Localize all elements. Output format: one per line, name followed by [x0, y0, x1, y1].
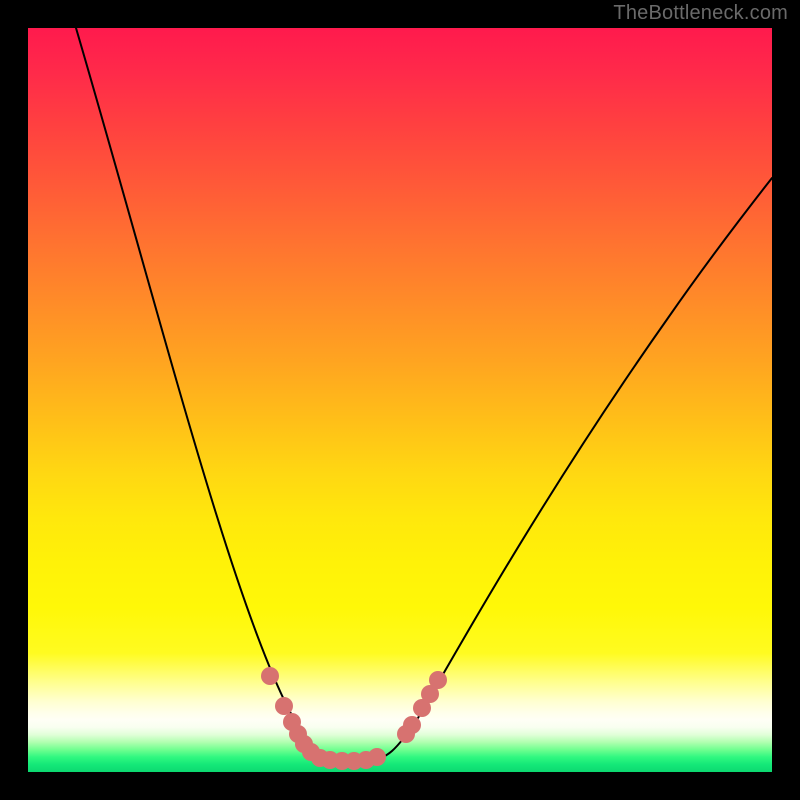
curve-marker — [429, 671, 447, 689]
curve-marker — [368, 748, 386, 766]
curve-marker — [261, 667, 279, 685]
watermark-text: TheBottleneck.com — [613, 2, 788, 25]
curve-marker — [403, 716, 421, 734]
bottleneck-curve — [76, 28, 772, 759]
curve-layer — [28, 28, 772, 772]
plot-area — [28, 28, 772, 772]
marker-group — [261, 667, 447, 770]
curve-marker — [275, 697, 293, 715]
chart-frame: TheBottleneck.com — [0, 0, 800, 800]
